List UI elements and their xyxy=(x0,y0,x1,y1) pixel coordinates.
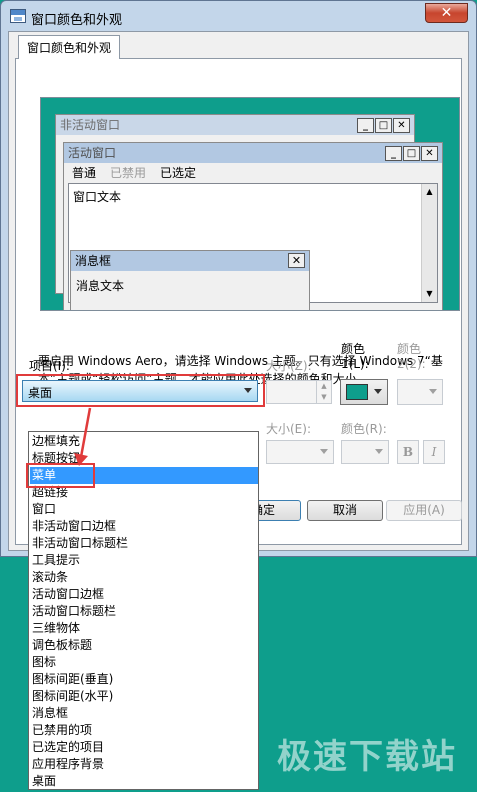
dropdown-option[interactable]: 应用程序背景 xyxy=(32,756,258,773)
italic-button[interactable]: I xyxy=(423,440,445,464)
dropdown-option[interactable]: 窗口 xyxy=(32,501,258,518)
item-label: 项目(I): xyxy=(29,359,70,373)
dropdown-option[interactable]: 调色板标题 xyxy=(32,637,258,654)
close-icon: ✕ xyxy=(421,146,438,161)
scroll-up-icon: ▲ xyxy=(426,187,433,196)
dropdown-option[interactable]: 消息框 xyxy=(32,705,258,722)
font-color-picker[interactable] xyxy=(341,440,389,464)
color1-label: 颜色 xyxy=(341,342,366,356)
preview-menu-disabled: 已禁用 xyxy=(110,166,147,180)
color2-label-line2: 2(2): xyxy=(397,357,426,371)
window-icon xyxy=(10,9,26,23)
chevron-down-icon xyxy=(375,449,383,454)
watermark: 极速下载站 xyxy=(277,737,457,777)
highlight-box-item xyxy=(16,374,265,407)
minimize-icon: _ xyxy=(357,118,374,133)
chevron-down-icon xyxy=(320,449,328,454)
dropdown-option[interactable]: 图标间距(水平) xyxy=(32,688,258,705)
dropdown-option[interactable]: 边框填充 xyxy=(32,433,258,450)
color1-label-line2: 1(L): xyxy=(341,357,369,371)
dropdown-option[interactable]: 滚动条 xyxy=(32,569,258,586)
color2-label: 颜色 xyxy=(397,342,422,356)
tab-window-color[interactable]: 窗口颜色和外观 xyxy=(18,35,121,59)
font-size-combo[interactable] xyxy=(266,440,334,464)
preview-msgbox-text: 消息文本 xyxy=(76,279,125,293)
appearance-preview[interactable]: 非活动窗口 _ □ ✕ 活动窗口 _ □ ✕ 普通 已禁用 已选定 窗口文本 ▲… xyxy=(40,97,460,311)
size-z-spinner[interactable]: ▲ ▼ xyxy=(266,380,332,404)
dropdown-option[interactable]: 非活动窗口标题栏 xyxy=(32,535,258,552)
minimize-icon: _ xyxy=(385,146,402,161)
cancel-button[interactable]: 取消 xyxy=(307,500,383,521)
dropdown-option[interactable]: 活动窗口边框 xyxy=(32,586,258,603)
dropdown-option[interactable]: 已禁用的项 xyxy=(32,722,258,739)
dropdown-option[interactable]: 非活动窗口边框 xyxy=(32,518,258,535)
maximize-icon: □ xyxy=(375,118,392,133)
preview-active-controls: _ □ ✕ xyxy=(385,146,438,161)
close-button[interactable]: ✕ xyxy=(425,3,468,23)
preview-msgbox-title: 消息框 xyxy=(71,251,309,271)
color-r-label: 颜色(R): xyxy=(341,422,387,436)
window-title: 窗口颜色和外观 xyxy=(31,13,123,28)
spin-down-icon[interactable]: ▼ xyxy=(316,392,331,403)
dropdown-option[interactable]: 工具提示 xyxy=(32,552,258,569)
preview-menu-normal: 普通 xyxy=(72,166,97,180)
dropdown-option[interactable]: 三维物体 xyxy=(32,620,258,637)
spin-up-icon[interactable]: ▲ xyxy=(316,381,331,392)
maximize-icon: □ xyxy=(403,146,420,161)
preview-message-box: 消息框 ✕ 消息文本 确定 xyxy=(70,250,310,310)
size-z-label: 大小(Z): xyxy=(266,359,312,373)
dropdown-option[interactable]: 图标 xyxy=(32,654,258,671)
dropdown-option[interactable]: 桌面 xyxy=(32,773,258,790)
size-e-label: 大小(E): xyxy=(266,422,311,436)
close-icon: ✕ xyxy=(393,118,410,133)
chevron-down-icon xyxy=(374,389,382,394)
dropdown-option[interactable]: 已选定的项目 xyxy=(32,739,258,756)
color-swatch xyxy=(346,384,368,400)
color1-picker[interactable] xyxy=(340,379,388,405)
bold-button[interactable]: B xyxy=(397,440,419,464)
preview-window-text: 窗口文本 xyxy=(73,190,122,204)
apply-button[interactable]: 应用(A) xyxy=(386,500,462,521)
preview-menubar: 普通 已禁用 已选定 xyxy=(64,164,442,182)
preview-inactive-controls: _ □ ✕ xyxy=(357,118,410,133)
scroll-down-icon: ▼ xyxy=(426,289,433,298)
close-icon: ✕ xyxy=(288,253,305,268)
color2-picker[interactable] xyxy=(397,379,443,405)
annotation-arrow xyxy=(74,407,92,466)
title-bar[interactable]: 窗口颜色和外观 ✕ xyxy=(1,1,476,31)
dropdown-option[interactable]: 活动窗口标题栏 xyxy=(32,603,258,620)
preview-scrollbar: ▲ ▼ xyxy=(421,184,437,302)
dropdown-option[interactable]: 图标间距(垂直) xyxy=(32,671,258,688)
preview-menu-selected: 已选定 xyxy=(160,166,197,180)
chevron-down-icon xyxy=(429,389,437,394)
